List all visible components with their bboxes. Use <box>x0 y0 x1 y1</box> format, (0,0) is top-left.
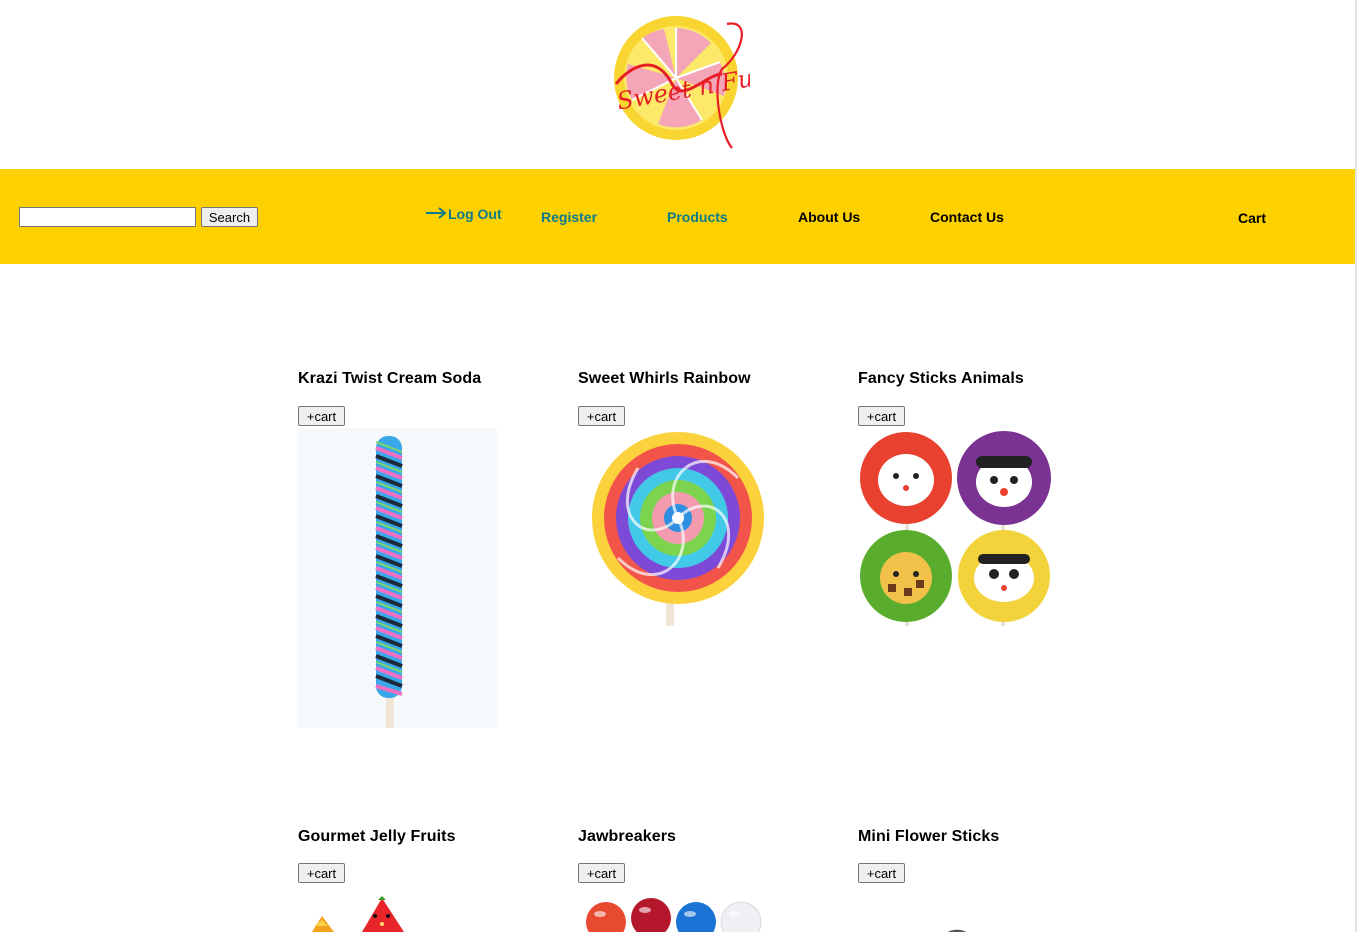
product-title: Fancy Sticks Animals <box>858 370 1024 387</box>
main-navbar: Search Log Out Register Products About U… <box>0 169 1355 264</box>
product-card: Krazi Twist Cream Soda +cart <box>298 370 518 730</box>
logout-link[interactable]: Log Out <box>426 206 502 222</box>
product-card: Gourmet Jelly Fruits +cart <box>298 828 518 932</box>
product-image[interactable] <box>858 896 1058 932</box>
logout-label: Log Out <box>448 206 502 222</box>
sweet-n-fun-logo[interactable]: Sweet n Fun <box>612 14 750 152</box>
arrow-right-icon <box>426 207 447 219</box>
product-title: Mini Flower Sticks <box>858 828 1000 845</box>
contact-us-link[interactable]: Contact Us <box>930 209 1004 225</box>
add-to-cart-button[interactable]: +cart <box>858 863 905 883</box>
search-input[interactable] <box>19 207 196 227</box>
add-to-cart-button[interactable]: +cart <box>298 406 345 426</box>
product-card: Fancy Sticks Animals +cart <box>858 370 1078 730</box>
add-to-cart-button[interactable]: +cart <box>578 406 625 426</box>
product-card: Jawbreakers +cart <box>578 828 798 932</box>
add-to-cart-button[interactable]: +cart <box>858 406 905 426</box>
product-title: Sweet Whirls Rainbow <box>578 370 751 387</box>
products-link[interactable]: Products <box>667 209 728 225</box>
product-title: Krazi Twist Cream Soda <box>298 370 482 387</box>
product-title: Jawbreakers <box>578 828 677 845</box>
product-image[interactable] <box>578 896 778 932</box>
about-us-link[interactable]: About Us <box>798 209 860 225</box>
search-button[interactable]: Search <box>201 207 258 227</box>
product-image[interactable] <box>858 428 1058 628</box>
add-to-cart-button[interactable]: +cart <box>298 863 345 883</box>
product-image[interactable] <box>298 428 497 728</box>
register-link[interactable]: Register <box>541 209 597 225</box>
product-card: Sweet Whirls Rainbow +cart <box>578 370 798 730</box>
product-title: Gourmet Jelly Fruits <box>298 828 456 845</box>
product-card: Mini Flower Sticks +cart <box>858 828 1078 932</box>
product-image[interactable] <box>298 896 498 932</box>
product-image[interactable] <box>578 428 778 628</box>
add-to-cart-button[interactable]: +cart <box>578 863 625 883</box>
cart-link[interactable]: Cart <box>1238 210 1266 226</box>
